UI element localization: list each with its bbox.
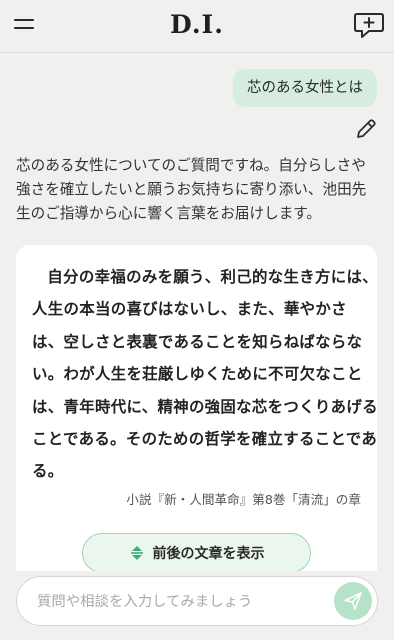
quote-card: 自分の幸福のみを願う、利己的な生き方には、人生の本当の喜びはないし、また、華やか… (16, 245, 378, 605)
chat-plus-icon (354, 13, 384, 38)
chat-input[interactable] (35, 577, 329, 627)
edit-message-button[interactable] (354, 117, 378, 141)
app-logo: D.I. (170, 10, 224, 39)
send-button[interactable] (334, 582, 372, 620)
quote-source: 小説『新・人間革命』第8巻「清流」の章 (126, 492, 361, 507)
pencil-icon (357, 119, 376, 138)
composer (16, 576, 378, 627)
assistant-intro-text: 芯のある女性についてのご質問ですね。自分らしさや強さを確立したいと願うお気持ちに… (16, 157, 367, 222)
quote-text: 自分の幸福のみを願う、利己的な生き方には、人生の本当の喜びはないし、また、華やか… (32, 268, 378, 481)
expand-arrows-icon (130, 546, 143, 560)
app-header: D.I. (0, 0, 394, 53)
new-chat-button[interactable] (352, 10, 386, 40)
show-context-button[interactable]: 前後の文章を表示 (82, 533, 311, 573)
show-context-label: 前後の文章を表示 (152, 546, 265, 562)
user-message-bubble: 芯のある女性とは (233, 69, 377, 107)
composer-bar (0, 571, 394, 640)
paper-plane-send-icon (344, 592, 362, 610)
